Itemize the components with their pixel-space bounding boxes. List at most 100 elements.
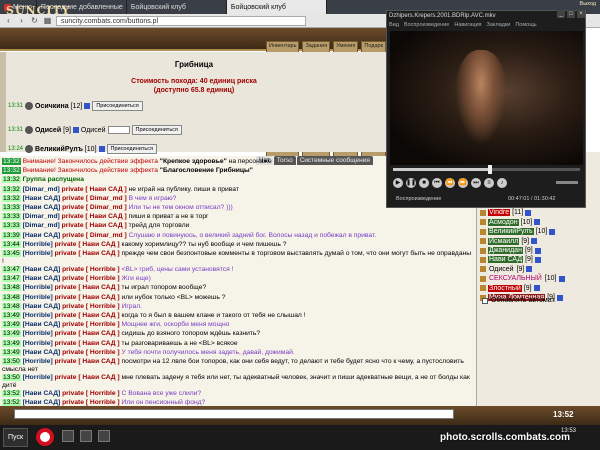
chat-nick[interactable]: [Нави САД] <box>23 232 61 239</box>
private-tag[interactable]: private [ Horrible ] <box>62 390 120 397</box>
autoupdate-toggle[interactable]: Обновлять автомат. <box>482 297 556 304</box>
next-icon[interactable]: ⏭ <box>471 178 481 188</box>
chat-nick[interactable]: [Horrible] <box>23 340 53 347</box>
online-user[interactable]: Vindre [11] <box>480 208 532 217</box>
private-tag[interactable]: private [ Dimar_md ] <box>62 204 127 211</box>
taskbar-app-icon[interactable] <box>80 430 92 442</box>
chat-nick[interactable]: [Нави САД] <box>23 266 61 273</box>
chat-nick[interactable]: [Нави САД] <box>23 204 61 211</box>
private-tag[interactable]: private [ Нави САД ] <box>62 213 127 220</box>
password-input[interactable] <box>107 126 130 134</box>
private-tag[interactable]: private [ Нави САД ] <box>55 312 120 319</box>
user-name[interactable]: Vindre <box>488 209 511 217</box>
chat-nick[interactable]: [Dimar_md] <box>23 213 60 220</box>
online-user[interactable]: Злостный [9] <box>480 284 540 293</box>
chat-nick[interactable]: [Horrible] <box>23 294 53 301</box>
tab-combats-1[interactable]: Бойцовский клуб <box>127 0 227 14</box>
join-button[interactable]: Присоединиться <box>92 101 143 111</box>
info-icon[interactable] <box>558 275 565 282</box>
maximize-icon[interactable]: □ <box>567 10 575 18</box>
private-tag[interactable]: private [ Нави САД ] <box>55 330 120 337</box>
info-icon[interactable] <box>72 127 79 133</box>
tab-combats-2[interactable]: Бойцовский клуб <box>226 0 327 14</box>
info-icon[interactable] <box>533 285 540 292</box>
exit-link[interactable]: Выход <box>580 1 596 7</box>
stop-icon[interactable]: ■ <box>419 178 429 188</box>
chat-nick[interactable]: [Horrible] <box>23 241 53 248</box>
chat-nick[interactable]: [Horrible] <box>23 312 53 319</box>
chat-nick[interactable]: [Нави САД] <box>23 349 61 356</box>
chat-nick[interactable]: [Нави САД] <box>23 303 61 310</box>
chat-nick[interactable]: [Horrible] <box>23 374 53 381</box>
user-name[interactable]: Нави САД <box>488 256 524 264</box>
forward-icon[interactable]: ⏩ <box>458 178 468 188</box>
taskbar-app-icon[interactable] <box>62 430 74 442</box>
chat-nick[interactable]: [Нави САД] <box>23 195 61 202</box>
reload-icon[interactable]: ↻ <box>30 16 39 25</box>
online-user[interactable]: Исмаилл [9] <box>480 237 538 246</box>
menu-view[interactable]: Вид <box>389 22 399 28</box>
taskbar-app-icon[interactable] <box>98 430 110 442</box>
private-tag[interactable]: private [ Нави САД ] <box>55 241 120 248</box>
start-button[interactable]: Пуск <box>3 428 29 447</box>
info-icon[interactable] <box>556 294 563 301</box>
chat-nick[interactable]: [Нави САД] <box>23 321 61 328</box>
online-user[interactable]: ВеликийРулъ [10] <box>480 227 556 236</box>
chat-nick[interactable]: [Нави САД] <box>23 390 61 397</box>
group-leader[interactable]: Осичкина <box>35 103 69 110</box>
menu-bookmarks[interactable]: Закладки <box>487 22 511 28</box>
private-tag[interactable]: private [ Dimar_md ] <box>62 195 127 202</box>
info-icon[interactable] <box>534 256 541 263</box>
user-name[interactable]: Злостный <box>488 284 522 292</box>
user-name[interactable]: Асмодон <box>488 218 519 226</box>
private-tag[interactable]: private [ Нави САД ] <box>62 186 127 193</box>
chat-nick[interactable]: [Horrible] <box>23 358 53 365</box>
private-tag[interactable]: private [ Нави САД ] <box>55 284 120 291</box>
user-name[interactable]: Исмаилл <box>488 237 520 245</box>
private-tag[interactable]: private [ Нави САД ] <box>55 374 120 381</box>
chat-nick[interactable]: [Нави САД] <box>23 275 61 282</box>
private-tag[interactable]: private [ Нави САД ] <box>62 222 127 229</box>
menu-playback[interactable]: Воспроизведение <box>404 22 449 28</box>
close-icon[interactable]: × <box>577 10 585 18</box>
join-button[interactable]: Присоединиться <box>131 125 182 135</box>
private-tag[interactable]: private [ Horrible ] <box>62 349 120 356</box>
volume-slider[interactable] <box>556 181 578 184</box>
url-input[interactable]: suncity.combats.com/buttons.pl <box>56 15 306 26</box>
menu-navigation[interactable]: Навигация <box>454 22 481 28</box>
online-user[interactable]: СЕКСУАЛЬНЫЙ [10] <box>480 274 565 283</box>
online-user[interactable]: Асмодон [10] <box>480 218 541 227</box>
seek-handle[interactable] <box>488 165 493 174</box>
chat-input[interactable] <box>14 409 454 419</box>
join-button[interactable]: Присоединиться <box>106 144 157 154</box>
group-leader[interactable]: Одисей <box>35 127 61 134</box>
private-tag[interactable]: private [ Нави САД ] <box>55 340 120 347</box>
group-leader[interactable]: ВеликийРулъ <box>35 146 83 153</box>
info-icon[interactable] <box>531 238 538 245</box>
private-tag[interactable]: private [ Нави САД ] <box>55 358 120 365</box>
user-name[interactable]: Одисей <box>488 266 515 273</box>
chat-nick[interactable]: [Horrible] <box>23 250 53 257</box>
user-name[interactable]: Джанидан <box>488 247 523 254</box>
private-tag[interactable]: private [ Horrible ] <box>62 303 120 310</box>
private-tag[interactable]: private [ Horrible ] <box>62 321 120 328</box>
apps-grid-icon[interactable]: ▦ <box>43 16 52 25</box>
info-icon[interactable] <box>526 266 533 273</box>
menu-help[interactable]: Помощь <box>515 22 536 28</box>
playlist-icon[interactable]: ≡ <box>484 178 494 188</box>
private-tag[interactable]: private [ Нави САД ] <box>55 294 120 301</box>
user-name[interactable]: СЕКСУАЛЬНЫЙ <box>488 275 543 282</box>
autoupdate-checkbox[interactable] <box>482 297 488 304</box>
user-name[interactable]: ВеликийРулъ <box>488 228 534 236</box>
mute-icon[interactable]: ♪ <box>497 178 507 188</box>
info-icon[interactable] <box>534 247 541 254</box>
online-user[interactable]: Нави САД [9] <box>480 255 541 264</box>
pause-icon[interactable]: ❚❚ <box>406 178 416 188</box>
chat-nick[interactable]: [Horrible] <box>23 330 53 337</box>
play-icon[interactable]: ▶ <box>393 178 403 188</box>
info-icon[interactable] <box>525 209 532 216</box>
private-tag[interactable]: private [ Нави САД ] <box>55 250 120 257</box>
online-user[interactable]: Одисей [9] <box>480 265 533 274</box>
info-icon[interactable] <box>549 228 556 235</box>
chat-nick[interactable]: [Dimar_md] <box>23 186 60 193</box>
